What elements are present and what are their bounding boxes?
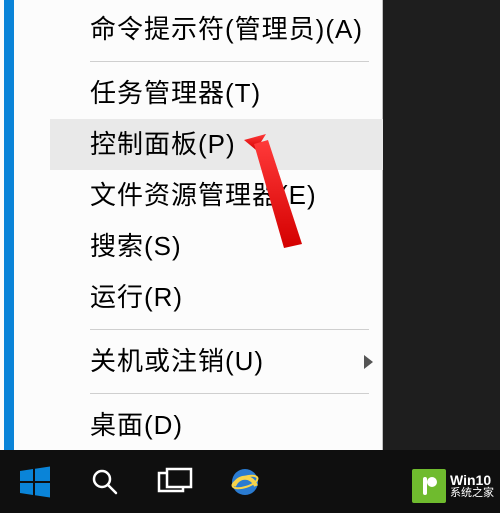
task-view-icon <box>156 467 194 497</box>
menu-item-desktop[interactable]: 桌面(D) <box>50 400 383 450</box>
menu-item-label: 任务管理器(T) <box>90 78 261 108</box>
menu-item-label: 命令提示符(管理员)(A) <box>90 14 363 44</box>
taskbar-search-button[interactable] <box>70 450 140 513</box>
winx-menu: 命令提示符(管理员)(A) 任务管理器(T) 控制面板(P) 文件资源管理器(E… <box>0 0 383 450</box>
menu-list: 命令提示符(管理员)(A) 任务管理器(T) 控制面板(P) 文件资源管理器(E… <box>50 0 383 450</box>
screenshot-canvas: 命令提示符(管理员)(A) 任务管理器(T) 控制面板(P) 文件资源管理器(E… <box>0 0 500 513</box>
menu-item-shutdown-signout[interactable]: 关机或注销(U) <box>50 336 383 387</box>
menu-item-task-manager[interactable]: 任务管理器(T) <box>50 68 383 119</box>
menu-item-label: 桌面(D) <box>90 410 183 440</box>
watermark-text: Win10 系统之家 <box>450 473 494 499</box>
watermark-logo-icon <box>412 469 446 503</box>
menu-separator <box>90 329 369 330</box>
right-dark-column <box>383 0 500 450</box>
start-button[interactable] <box>0 450 70 513</box>
menu-item-run[interactable]: 运行(R) <box>50 272 383 323</box>
menu-item-label: 运行(R) <box>90 282 183 312</box>
watermark: Win10 系统之家 <box>412 469 494 503</box>
menu-item-file-explorer[interactable]: 文件资源管理器(E) <box>50 170 383 221</box>
menu-item-label: 文件资源管理器(E) <box>90 180 317 210</box>
menu-item-label: 关机或注销(U) <box>90 346 264 376</box>
menu-item-label: 控制面板(P) <box>90 129 236 159</box>
windows-logo-icon <box>18 465 52 499</box>
taskbar-task-view-button[interactable] <box>140 450 210 513</box>
taskbar-ie-button[interactable] <box>210 450 280 513</box>
menu-separator <box>90 61 369 62</box>
menu-separator <box>90 393 369 394</box>
menu-clip: 命令提示符(管理员)(A) 任务管理器(T) 控制面板(P) 文件资源管理器(E… <box>14 0 383 450</box>
watermark-brand: Win10 <box>450 473 494 487</box>
internet-explorer-icon <box>228 465 262 499</box>
menu-item-control-panel[interactable]: 控制面板(P) <box>50 119 383 170</box>
menu-item-label: 搜索(S) <box>90 231 182 261</box>
menu-item-cmd-admin[interactable]: 命令提示符(管理员)(A) <box>50 4 383 55</box>
watermark-sub: 系统之家 <box>450 487 494 499</box>
menu-item-search[interactable]: 搜索(S) <box>50 221 383 272</box>
search-icon <box>90 467 120 497</box>
